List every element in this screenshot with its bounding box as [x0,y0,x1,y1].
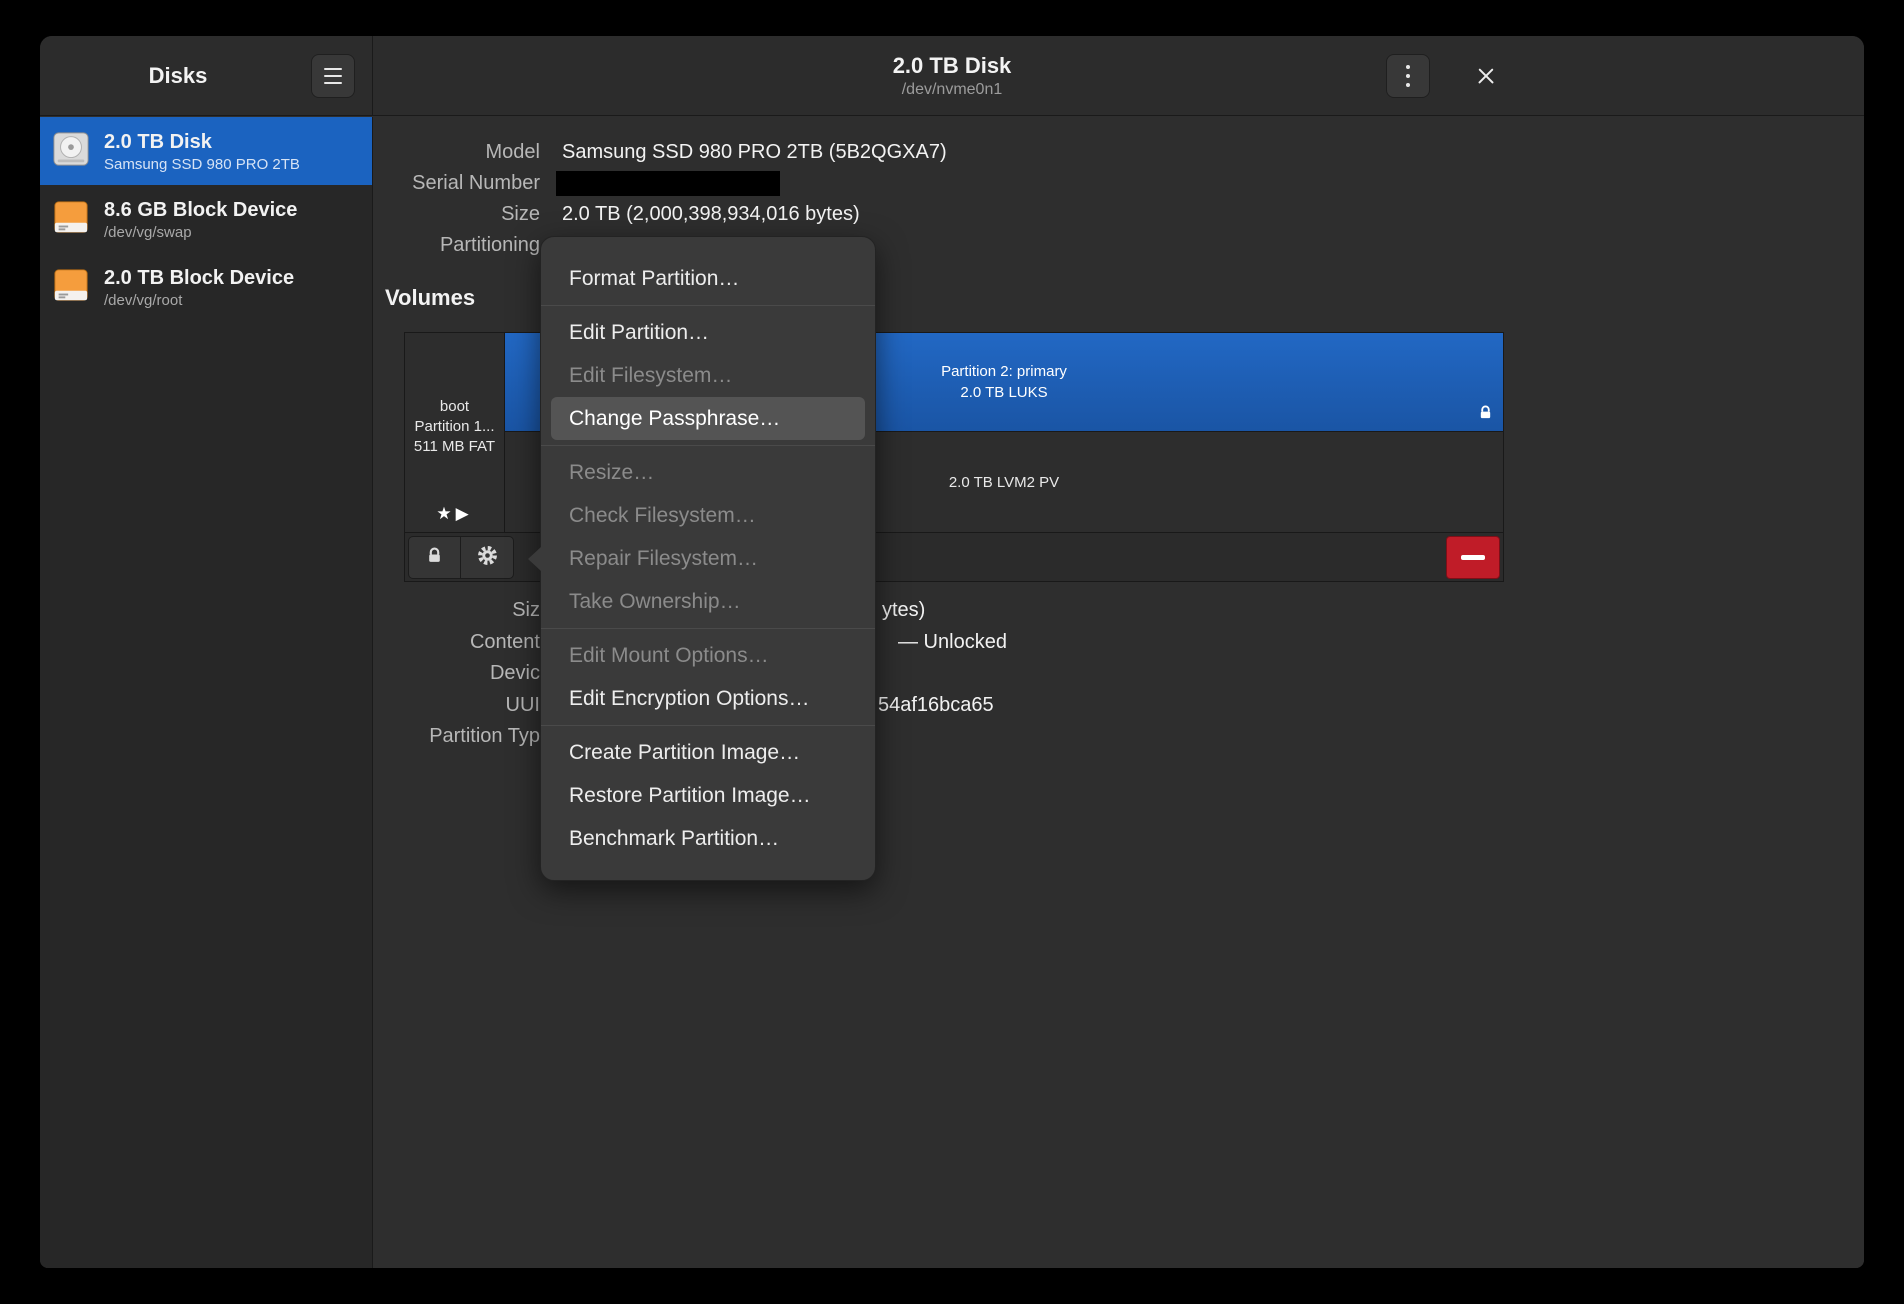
disk-icon [52,130,90,173]
hamburger-icon [324,68,342,70]
boot-partition-number: Partition 1... [405,417,504,437]
menu-item-format-partition[interactable]: Format Partition… [551,257,865,300]
lvm-label: 2.0 TB LVM2 PV [949,474,1059,491]
sidebar-item-label: 8.6 GB Block Device [104,197,297,223]
window-subtitle: /dev/nvme0n1 [902,79,1003,100]
block-device-icon [52,198,90,241]
close-button[interactable] [1464,54,1508,98]
lock-icon [1478,405,1493,425]
menu-item-edit-encryption-options[interactable]: Edit Encryption Options… [551,677,865,720]
menu-item-benchmark-partition[interactable]: Benchmark Partition… [551,817,865,860]
partition-contents-row: Content — Unlocked [374,627,540,659]
sidebar-item-swap[interactable]: 8.6 GB Block Device /dev/vg/swap [40,185,372,253]
block-device-icon [52,266,90,309]
menu-item-resize: Resize… [551,451,865,494]
menu-item-edit-partition[interactable]: Edit Partition… [551,311,865,354]
partition-size-row: Siz ytes) [374,595,540,627]
size-label: Size [374,203,540,226]
lock-unlock-button[interactable] [408,536,461,579]
play-icon: ▶ [456,504,473,524]
size-value: 2.0 TB (2,000,398,934,016 bytes) [562,203,860,226]
sidebar-item-root[interactable]: 2.0 TB Block Device /dev/vg/root [40,253,372,321]
partition2-size: 2.0 TB LUKS [960,382,1047,403]
serial-label: Serial Number [374,172,540,195]
partition-device-row: Devic [374,658,540,690]
close-icon [1475,65,1497,87]
partitioning-label: Partitioning [374,234,540,257]
popover-arrow [528,547,541,571]
menu-item-change-passphrase[interactable]: Change Passphrase… [551,397,865,440]
sidebar-item-label: 2.0 TB Disk [104,129,300,155]
partition-context-menu: Format Partition… Edit Partition… Edit F… [540,236,876,881]
partition-type-label: Partition Typ [374,725,540,748]
serial-row: Serial Number [374,168,947,199]
partition-options-button[interactable] [461,536,514,579]
menu-item-check-filesystem: Check Filesystem… [551,494,865,537]
sidebar: 2.0 TB Disk Samsung SSD 980 PRO 2TB 8.6 … [40,117,373,1268]
vertical-dots-icon [1406,65,1410,69]
titlebar: Disks 2.0 TB Disk /dev/nvme0n1 [40,36,1864,116]
sidebar-item-nvme-disk[interactable]: 2.0 TB Disk Samsung SSD 980 PRO 2TB [40,117,372,185]
menu-item-create-partition-image[interactable]: Create Partition Image… [551,731,865,774]
disks-window: Disks 2.0 TB Disk /dev/nvme0n1 [40,36,1864,1268]
menu-separator [541,445,875,446]
hamburger-menu-button[interactable] [311,54,355,98]
serial-number-redaction [556,171,780,196]
menu-separator [541,305,875,306]
size-row: Size 2.0 TB (2,000,398,934,016 bytes) [374,199,947,230]
sidebar-item-sublabel: Samsung SSD 980 PRO 2TB [104,155,300,174]
window-title: 2.0 TB Disk [893,53,1012,79]
menu-item-edit-mount-options: Edit Mount Options… [551,634,865,677]
partition2-name: Partition 2: primary [941,361,1067,382]
menu-item-restore-partition-image[interactable]: Restore Partition Image… [551,774,865,817]
menu-item-edit-filesystem: Edit Filesystem… [551,354,865,397]
volumes-heading: Volumes [385,285,475,311]
partition-device-label: Devic [374,662,540,685]
sidebar-item-sublabel: /dev/vg/swap [104,223,297,242]
menu-separator [541,725,875,726]
partition-uuid-label: UUI [374,694,540,717]
model-row: Model Samsung SSD 980 PRO 2TB (5B2QGXA7) [374,137,947,168]
sidebar-item-sublabel: /dev/vg/root [104,291,294,310]
partition-contents-value-fragment: — Unlocked [898,631,1007,654]
boot-partition-size: 511 MB FAT [405,437,504,457]
menu-item-take-ownership: Take Ownership… [551,580,865,623]
delete-partition-button[interactable] [1446,536,1500,579]
star-icon: ★ [436,504,455,524]
partition-size-label: Siz [374,599,540,622]
sidebar-header: Disks [40,36,373,116]
partition-size-value-fragment: ytes) [882,599,925,622]
partition-type-row: Partition Typ [374,721,540,753]
lock-icon [426,547,443,569]
gear-icon [477,545,498,571]
partition-uuid-row: UUI 54af16bca65 [374,690,540,722]
model-label: Model [374,141,540,164]
app-title: Disks [149,63,208,89]
menu-separator [541,628,875,629]
sidebar-item-label: 2.0 TB Block Device [104,265,294,291]
minus-icon [1461,555,1485,560]
boot-partition-name: boot [405,397,504,417]
partition-uuid-value-fragment: 54af16bca65 [878,694,994,717]
window-menu-button[interactable] [1386,54,1430,98]
model-value: Samsung SSD 980 PRO 2TB (5B2QGXA7) [562,141,947,164]
partition-details: Siz ytes) Content — Unlocked Devic UUI 5… [374,595,540,753]
partition-contents-label: Content [374,631,540,654]
menu-item-repair-filesystem: Repair Filesystem… [551,537,865,580]
volume-boot-partition[interactable]: boot Partition 1... 511 MB FAT ★▶ [405,333,505,532]
